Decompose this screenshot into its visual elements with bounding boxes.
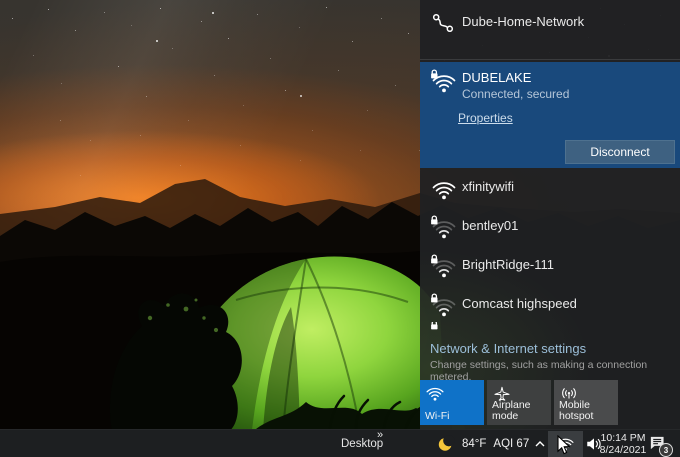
wifi-secured-weak-icon <box>430 253 456 279</box>
wifi-signal-icon <box>430 175 456 201</box>
lock-icon <box>430 322 456 333</box>
properties-link[interactable]: Properties <box>458 111 513 125</box>
network-item-brightridge-111[interactable]: BrightRidge-111 <box>420 246 680 285</box>
dialup-network-icon <box>430 11 456 35</box>
network-name: Comcast highspeed <box>462 296 577 311</box>
weather-widget[interactable]: 84°F AQI 67 <box>437 430 529 457</box>
network-item-comcast-highspeed[interactable]: Comcast highspeed <box>420 285 680 324</box>
weather-aqi: AQI 67 <box>493 438 529 450</box>
clock-time: 10:14 PM <box>601 432 646 444</box>
network-internet-settings-link[interactable]: Network & Internet settings <box>430 341 672 356</box>
connection-status: Connected, secured <box>462 87 569 101</box>
tile-label: Mobile hotspot <box>559 400 617 422</box>
connected-network-panel[interactable]: DUBELAKE Connected, secured Properties D… <box>420 62 680 168</box>
network-item-partial[interactable] <box>430 322 456 333</box>
wifi-tray-button[interactable] <box>548 431 583 457</box>
mobile-hotspot-tile[interactable]: Mobile hotspot <box>554 380 618 425</box>
airplane-mode-tile[interactable]: Airplane mode <box>487 380 551 425</box>
network-name: Dube-Home-Network <box>462 14 584 29</box>
taskbar: Desktop » 84°F AQI 67 <box>0 429 680 457</box>
network-item-xfinitywifi[interactable]: xfinitywifi <box>420 168 680 207</box>
crescent-moon-icon <box>437 435 455 453</box>
network-name: bentley01 <box>462 218 518 233</box>
tile-label: Wi-Fi <box>425 411 483 422</box>
wifi-tray-icon <box>557 436 574 453</box>
quick-action-tiles: Wi-Fi Airplane mode <box>420 380 680 425</box>
clock[interactable]: 10:14 PM 8/24/2021 <box>598 430 648 457</box>
notification-badge: 3 <box>659 443 673 457</box>
network-item-dube-home-network[interactable]: Dube-Home-Network <box>420 0 680 60</box>
clock-date: 8/24/2021 <box>600 444 647 456</box>
connected-network-name: DUBELAKE <box>462 70 531 85</box>
wifi-tile[interactable]: Wi-Fi <box>420 380 484 425</box>
wifi-secured-weak-icon <box>430 214 456 240</box>
screen: Dube-Home-Network DUBELAKE Connected, se… <box>0 0 680 457</box>
wifi-secured-icon <box>430 68 456 94</box>
wifi-network-flyout: Dube-Home-Network DUBELAKE Connected, se… <box>420 0 680 429</box>
network-name: xfinitywifi <box>462 179 514 194</box>
tile-label: Airplane mode <box>492 400 550 422</box>
wifi-secured-weak-icon <box>430 292 456 318</box>
disconnect-button[interactable]: Disconnect <box>565 140 675 164</box>
wifi-icon <box>426 385 444 403</box>
network-name: BrightRidge-111 <box>462 257 554 272</box>
weather-temp: 84°F <box>462 438 486 450</box>
toolbar-overflow-chevron[interactable]: » <box>377 429 383 441</box>
show-hidden-icons-chevron[interactable] <box>533 437 547 451</box>
network-item-bentley01[interactable]: bentley01 <box>420 207 680 246</box>
settings-section: Network & Internet settings Change setti… <box>430 341 672 383</box>
